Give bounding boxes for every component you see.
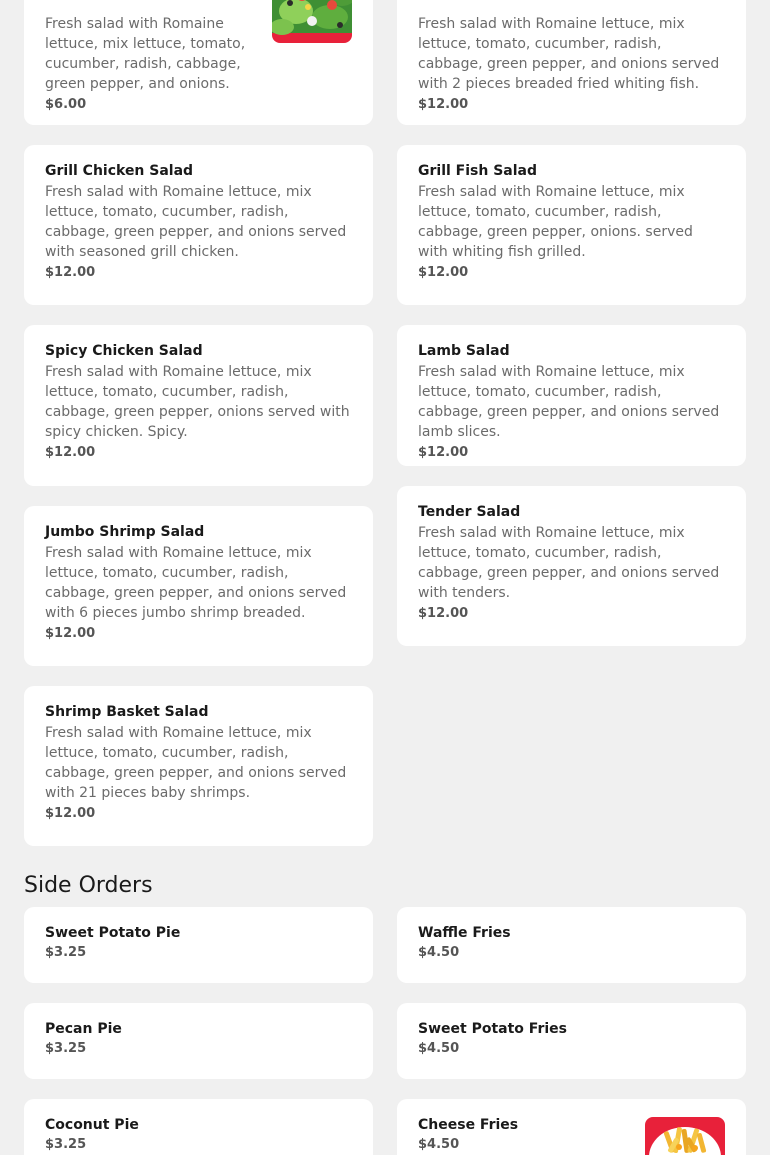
menu-item-description: Fresh salad with Romaine lettuce, mix le… bbox=[45, 725, 347, 801]
menu-item-price: $4.50 bbox=[418, 1041, 460, 1056]
menu-item-card[interactable]: Tender Salad Fresh salad with Romaine le… bbox=[397, 486, 746, 646]
menu-item-price: $12.00 bbox=[418, 606, 469, 621]
menu-item-card[interactable]: Coconut Pie $3.25 bbox=[24, 1099, 373, 1155]
menu-item-name: Sweet Potato Pie bbox=[45, 925, 181, 941]
menu-item-description: Fresh salad with Romaine lettuce, mix le… bbox=[45, 364, 350, 440]
menu-item-card[interactable]: Spicy Chicken Salad Fresh salad with Rom… bbox=[24, 325, 373, 486]
menu-item-description: Fresh salad with Romaine lettuce, mix le… bbox=[418, 364, 720, 440]
menu-item-name: Grill Chicken Salad bbox=[45, 163, 194, 179]
menu-item-description: Fresh salad with Romaine lettuce, mix le… bbox=[418, 525, 720, 601]
menu-item-card[interactable]: Fresh salad with Romaine lettuce, mix le… bbox=[397, 0, 746, 125]
menu-item-price: $3.25 bbox=[45, 1041, 87, 1056]
salad-photo-thumbnail[interactable] bbox=[272, 0, 352, 43]
menu-item-name: Grill Fish Salad bbox=[418, 163, 537, 179]
menu-item-name: Jumbo Shrimp Salad bbox=[45, 524, 205, 540]
menu-item-price: $12.00 bbox=[418, 445, 469, 460]
menu-item-price: $4.50 bbox=[418, 945, 460, 960]
menu-item-card[interactable]: Fresh salad with Romaine lettuce, mix le… bbox=[24, 0, 373, 125]
fries-photo-thumbnail[interactable] bbox=[645, 1117, 725, 1155]
menu-item-name: Spicy Chicken Salad bbox=[45, 343, 203, 359]
menu-item-card[interactable]: Sweet Potato Pie $3.25 bbox=[24, 907, 373, 983]
menu-item-card[interactable]: Jumbo Shrimp Salad Fresh salad with Roma… bbox=[24, 506, 373, 666]
menu-item-name: Waffle Fries bbox=[418, 925, 511, 941]
menu-item-name: Sweet Potato Fries bbox=[418, 1021, 567, 1037]
menu-item-card[interactable]: Sweet Potato Fries $4.50 bbox=[397, 1003, 746, 1079]
fries-image-icon bbox=[645, 1117, 725, 1155]
menu-item-price: $3.25 bbox=[45, 945, 87, 960]
menu-item-name: Coconut Pie bbox=[45, 1117, 139, 1133]
menu-item-card[interactable]: Shrimp Basket Salad Fresh salad with Rom… bbox=[24, 686, 373, 846]
menu-item-description: Fresh salad with Romaine lettuce, mix le… bbox=[418, 16, 720, 92]
menu-item-price: $12.00 bbox=[45, 445, 96, 460]
menu-item-price: $12.00 bbox=[45, 626, 96, 641]
menu-item-description: Fresh salad with Romaine lettuce, mix le… bbox=[45, 545, 347, 621]
menu-item-name: Shrimp Basket Salad bbox=[45, 704, 209, 720]
menu-item-name: Tender Salad bbox=[418, 504, 521, 520]
menu-item-price: $12.00 bbox=[418, 97, 469, 112]
menu-item-price: $12.00 bbox=[45, 806, 96, 821]
menu-item-description: Fresh salad with Romaine lettuce, mix le… bbox=[45, 184, 347, 260]
menu-item-description: Fresh salad with Romaine lettuce, mix le… bbox=[418, 184, 693, 260]
menu-item-card[interactable]: Grill Fish Salad Fresh salad with Romain… bbox=[397, 145, 746, 305]
menu-item-price: $6.00 bbox=[45, 97, 87, 112]
menu-item-card[interactable]: Lamb Salad Fresh salad with Romaine lett… bbox=[397, 325, 746, 466]
menu-item-card[interactable]: Cheese Fries $4.50 bbox=[397, 1099, 746, 1155]
menu-item-price: $12.00 bbox=[418, 265, 469, 280]
section-title-side-orders: Side Orders bbox=[24, 873, 153, 898]
salad-image-icon bbox=[272, 0, 352, 43]
menu-item-price: $3.25 bbox=[45, 1137, 87, 1152]
menu-item-card[interactable]: Pecan Pie $3.25 bbox=[24, 1003, 373, 1079]
menu-item-card[interactable]: Waffle Fries $4.50 bbox=[397, 907, 746, 983]
menu-item-card[interactable]: Grill Chicken Salad Fresh salad with Rom… bbox=[24, 145, 373, 305]
menu-item-name: Lamb Salad bbox=[418, 343, 510, 359]
menu-item-name: Pecan Pie bbox=[45, 1021, 122, 1037]
menu-item-price: $12.00 bbox=[45, 265, 96, 280]
menu-item-description: Fresh salad with Romaine lettuce, mix le… bbox=[45, 16, 246, 92]
